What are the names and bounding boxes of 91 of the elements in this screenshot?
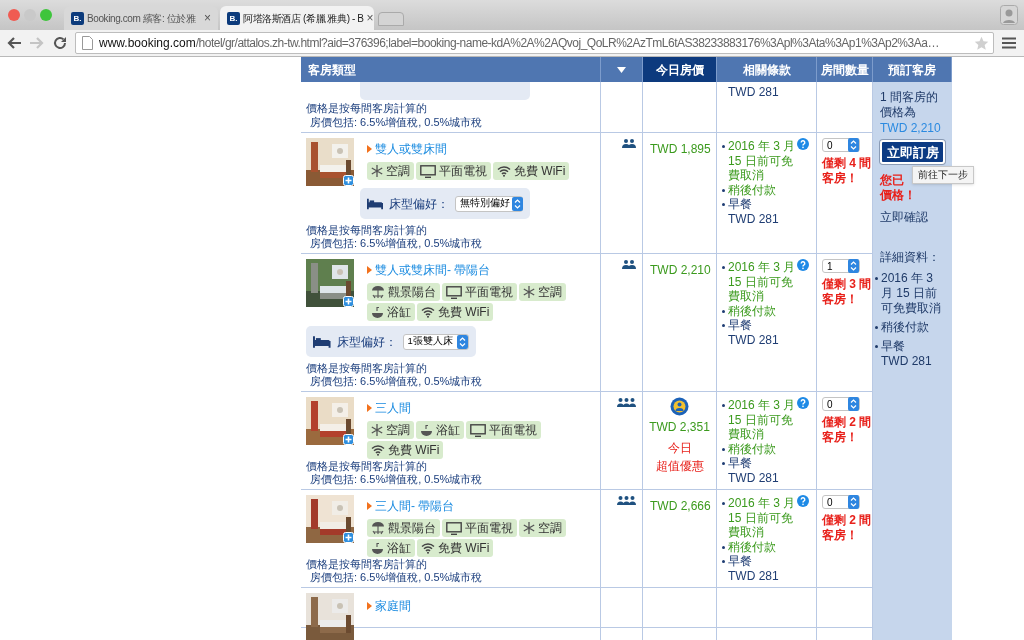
cancellation-term: 2016 年 3 月 15 日前可免費取消 (728, 496, 797, 540)
amenity-tag: 空調 (367, 162, 414, 180)
tooltip: 前往下一步 (912, 166, 974, 184)
payment-term: 稍後付款 (728, 303, 776, 318)
favicon: B. (71, 11, 84, 25)
availability-warning: 僅剩 2 間客房！ (822, 415, 872, 445)
amenity-tag: 平面電視 (416, 162, 491, 180)
price-notice: 您已 (880, 173, 904, 188)
select-field[interactable]: 1張雙人床 (402, 333, 469, 350)
meal-price: TWD 281 (728, 84, 780, 101)
amenity-tag: 免費 WiFi (417, 539, 494, 557)
amenity-tag: 平面電視 (466, 421, 541, 439)
tab-close-button[interactable]: × (204, 12, 211, 24)
details-title: 詳細資料： (880, 250, 941, 265)
column-header[interactable]: 房間數量 (817, 57, 873, 82)
price-notice: 價格！ (880, 188, 916, 203)
payment-term: 稍後付款 (728, 441, 776, 456)
availability-warning: 僅剩 3 間客房！ (822, 277, 872, 307)
amenity-tag: 空調 (519, 519, 566, 537)
amenity-tag: 浴缸 (416, 421, 464, 439)
room-price: TWD 2,666 (650, 498, 712, 515)
meal-term: 早餐 (728, 456, 752, 471)
select-field[interactable]: 1 (822, 259, 860, 273)
room-name-link[interactable]: 家庭間 (375, 597, 411, 615)
payment-term: 稍後付款 (728, 182, 776, 197)
cancellation-term: 2016 年 3 月 15 日前可免費取消 (728, 260, 797, 304)
price-label: 1 間客房的價格為 (880, 90, 939, 120)
tab-title: 阿塔洛斯酒店 (希臘 雅典) - B (243, 11, 364, 26)
payment-term: 稍後付款 (881, 320, 929, 335)
cancellation-term: 2016 年 3 月 15 日前可免費取消 (881, 271, 942, 316)
price-note: 價格是按每間客房計算的 (306, 362, 428, 375)
browser-tab[interactable]: B. Booking.com 繽客: 位於雅 × (64, 6, 218, 30)
availability-warning: 僅剩 2 間客房！ (822, 513, 872, 543)
meal-price: TWD 281 (880, 354, 933, 369)
select-field[interactable]: 0 (822, 397, 860, 411)
amenity-tag: 觀景陽台 (367, 283, 440, 301)
address-bar[interactable]: www.booking.com/hotel/gr/attalos.zh-tw.html?aid=376396;label=booking-name-kdA%2A%2AQvoj_QoLR%2AzTmL6tAS38233883176%3Apl%3Ata%3Ap1%3Ap2%3Aa… (75, 32, 994, 54)
book-now-button[interactable]: 立即訂房 (880, 140, 945, 164)
cancellation-term: 2016 年 3 月 15 日前可免費取消 (728, 139, 797, 183)
price-note: 房價包括: 6.5%增值稅, 0.5%城市稅 (309, 571, 484, 584)
confirm-link[interactable]: 立即確認 (880, 210, 948, 225)
deal-label: 超值優惠 (655, 458, 704, 475)
price-note: 房價包括: 6.5%增值稅, 0.5%城市稅 (309, 375, 484, 388)
room-name-link[interactable]: 三人間 (375, 399, 411, 417)
browser-tab[interactable]: B. 阿塔洛斯酒店 (希臘 雅典) - B × (220, 6, 374, 30)
amenity-tag: 空調 (367, 421, 414, 439)
room-price: TWD 2,351 (649, 419, 710, 436)
cancellation-term: 2016 年 3 月 15 日前可免費取消 (728, 398, 797, 442)
price-note: 價格是按每間客房計算的 (306, 101, 428, 115)
amenity-tag: 免費 WiFi (493, 162, 570, 180)
meal-price: TWD 281 (727, 332, 780, 347)
select-field[interactable]: 0 (822, 495, 860, 509)
bed-preference-label: 床型偏好： (389, 195, 449, 213)
meal-price: TWD 281 (727, 470, 780, 485)
tab-title: Booking.com 繽客: 位於雅 (87, 11, 197, 26)
amenity-tag: 免費 WiFi (417, 303, 494, 321)
total-price: TWD 2,210 (880, 121, 942, 136)
room-price: TWD 2,210 (650, 262, 712, 279)
favicon: B. (227, 11, 240, 25)
price-note: 價格是按每間客房計算的 (306, 224, 428, 237)
meal-term: 早餐 (728, 197, 752, 212)
availability-warning: 僅剩 4 間客房！ (822, 156, 872, 186)
amenity-tag: 空調 (519, 283, 566, 301)
price-note: 價格是按每間客房計算的 (306, 460, 428, 473)
room-name-link[interactable]: 雙人或雙床間 (375, 140, 447, 158)
column-header[interactable]: 今日房價 (643, 57, 717, 82)
tab-close-button[interactable]: × (366, 12, 374, 24)
meal-term: 早餐 (881, 339, 905, 354)
meal-price: TWD 281 (727, 211, 780, 226)
price-note: 價格是按每間客房計算的 (306, 558, 428, 571)
bed-preference-label: 床型偏好： (336, 333, 397, 351)
price-note: 房價包括: 6.5%增值稅, 0.5%城市稅 (309, 237, 484, 250)
amenity-tag: 浴缸 (367, 303, 415, 321)
select-field[interactable]: 無特別偏好 (455, 195, 523, 212)
column-header[interactable]: 相關條款 (717, 57, 817, 82)
room-name-link[interactable]: 三人間- 帶陽台 (375, 497, 455, 515)
amenity-tag: 觀景陽台 (367, 519, 440, 537)
amenity-tag: 浴缸 (367, 539, 415, 557)
payment-term: 稍後付款 (728, 539, 776, 554)
amenity-tag: 免費 WiFi (367, 441, 444, 459)
meal-term: 早餐 (728, 554, 752, 569)
price-note: 房價包括: 6.5%增值稅, 0.5%城市稅 (309, 115, 484, 129)
meal-term: 早餐 (728, 318, 752, 333)
room-price: TWD 1,895 (650, 141, 712, 158)
amenity-tag: 平面電視 (442, 519, 517, 537)
amenity-tag: 平面電視 (442, 283, 517, 301)
select-field[interactable]: 0 (822, 138, 860, 152)
meal-price: TWD 281 (727, 568, 780, 583)
deal-label: 今日 (667, 440, 692, 457)
room-name-link[interactable]: 雙人或雙床間- 帶陽台 (375, 261, 491, 279)
price-note: 房價包括: 6.5%增值稅, 0.5%城市稅 (309, 473, 484, 486)
